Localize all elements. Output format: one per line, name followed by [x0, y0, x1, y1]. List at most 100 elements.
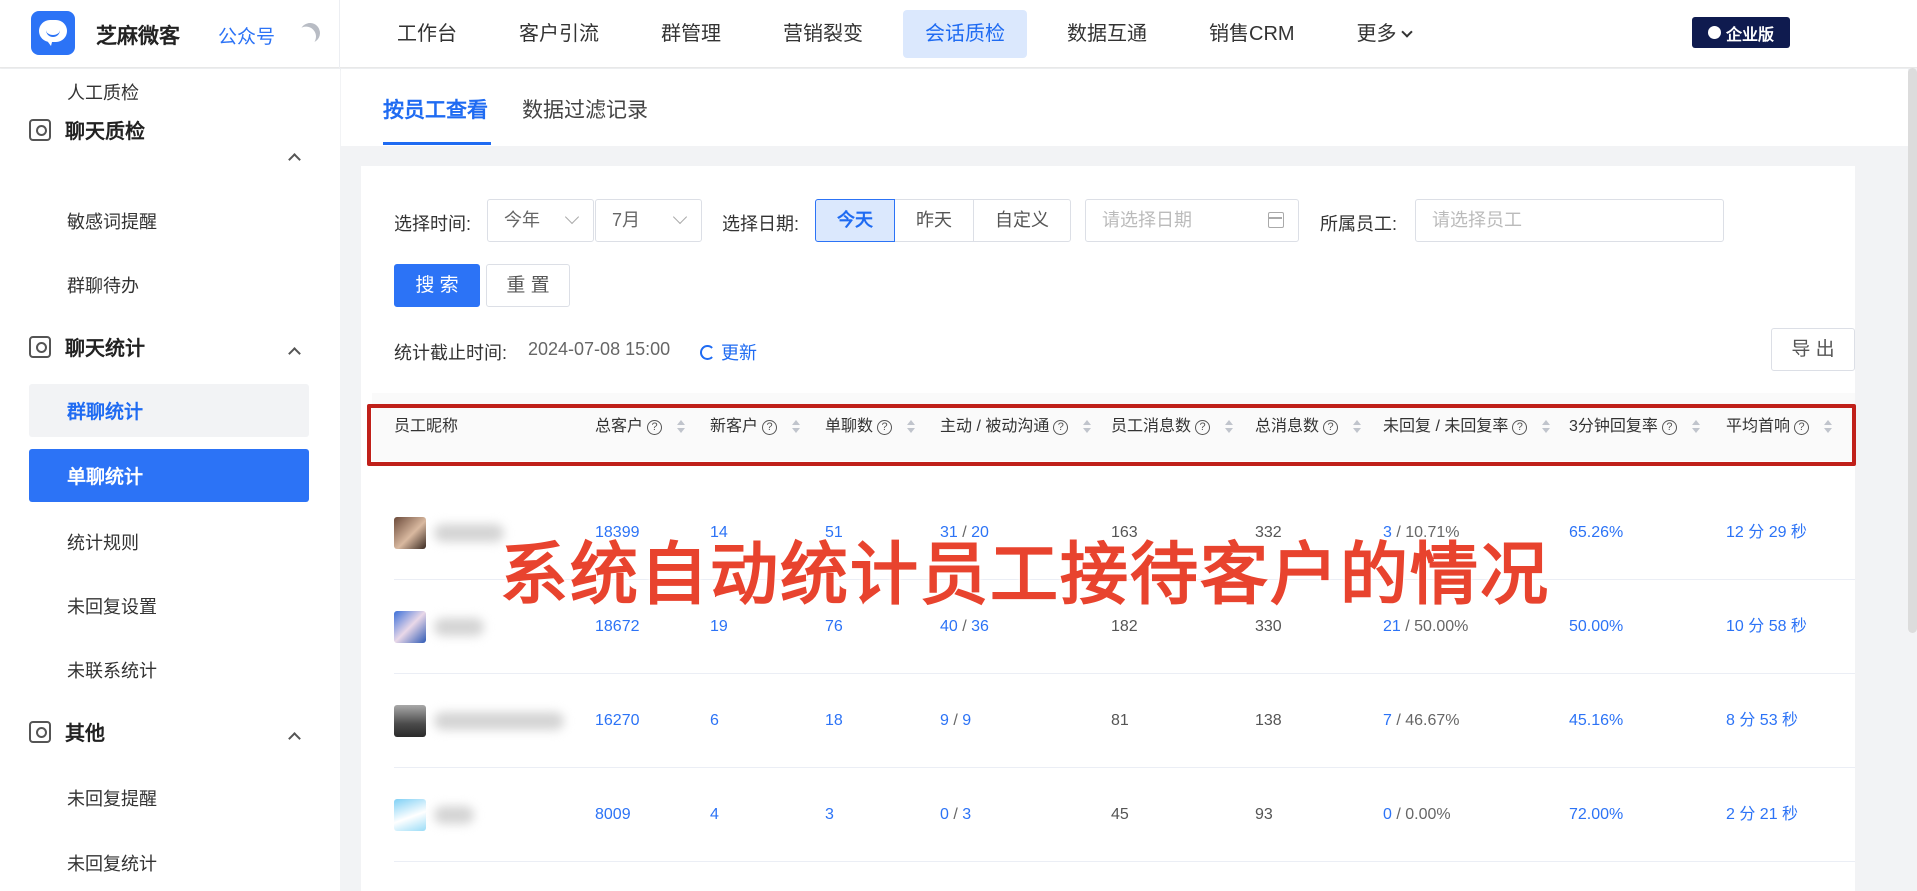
nav-item-sales-crm[interactable]: 销售CRM [1187, 10, 1317, 58]
export-button[interactable]: 导 出 [1771, 328, 1855, 371]
avatar [394, 799, 426, 831]
cell-single-chats[interactable]: 18 [825, 674, 843, 768]
nav-item-session-qc[interactable]: 会话质检 [903, 10, 1027, 58]
nav-item-customer-acquisition[interactable]: 客户引流 [497, 10, 621, 58]
cell-active-passive[interactable]: 9 / 9 [940, 674, 971, 768]
cell-3min-reply-rate[interactable]: 72.00% [1569, 768, 1623, 862]
tab-filter-records[interactable]: 数据过滤记录 [522, 94, 648, 124]
chevron-down-icon [672, 209, 688, 225]
cell-single-chats[interactable]: 3 [825, 768, 834, 862]
sidebar-item-no-reply-reminder[interactable]: 未回复提醒 [67, 785, 157, 811]
cell-total-customers[interactable]: 16270 [595, 674, 640, 768]
date-placeholder: 请选择日期 [1102, 210, 1192, 230]
date-label: 选择日期: [722, 214, 800, 234]
chevron-up-icon[interactable] [288, 347, 301, 360]
app-name: 芝麻微客 [96, 25, 180, 48]
sidebar-group-other[interactable]: 其他 [29, 717, 105, 746]
stat-cutoff-label: 统计截止时间: [394, 343, 508, 363]
sidebar-item-sensitive-words[interactable]: 敏感词提醒 [67, 208, 157, 234]
person-scan-icon [29, 118, 51, 141]
sidebar-group-chat-qc[interactable]: 聊天质检 [29, 115, 145, 144]
avatar [394, 611, 426, 643]
table-row[interactable]: 8009 4 3 0 / 3 45 93 0 / 0.00% 72.00% 2 … [394, 768, 1855, 862]
cell-no-reply-count: 21 [1383, 618, 1401, 635]
avatar [394, 705, 426, 737]
sidebar-group-label: 聊天统计 [65, 338, 145, 360]
table-row[interactable]: 16270 6 18 9 / 9 81 138 7 / 46.67% 45.16… [394, 674, 1855, 768]
nav-item-marketing[interactable]: 营销裂变 [761, 10, 885, 58]
enterprise-badge: 企业版 [1692, 17, 1790, 48]
cell-new-customers[interactable]: 6 [710, 674, 719, 768]
date-option-yesterday[interactable]: 昨天 [894, 199, 974, 242]
nav-item-workbench[interactable]: 工作台 [375, 10, 479, 58]
cell-no-reply[interactable]: 0 / 0.00% [1383, 768, 1451, 862]
year-select[interactable]: 今年 [487, 199, 594, 242]
chat-stats-icon [29, 335, 51, 358]
dark-mode-icon[interactable] [297, 20, 323, 46]
refresh-icon [700, 344, 715, 360]
account-link[interactable]: 公众号 [218, 22, 275, 49]
cell-active: 40 [940, 618, 958, 635]
month-select[interactable]: 7月 [595, 199, 702, 242]
sidebar-item-single-chat-stats[interactable]: 单聊统计 [29, 449, 309, 502]
month-value: 7月 [612, 210, 641, 230]
cell-active-passive[interactable]: 0 / 3 [940, 768, 971, 862]
cell-avg-first-response[interactable]: 12 分 29 秒 [1726, 486, 1807, 580]
search-button[interactable]: 搜 索 [394, 264, 480, 307]
cell-avg-first-response[interactable]: 8 分 53 秒 [1726, 674, 1798, 768]
sidebar-item-group-todo[interactable]: 群聊待办 [67, 272, 139, 298]
app-logo-icon[interactable] [31, 11, 75, 55]
date-option-custom[interactable]: 自定义 [973, 199, 1071, 242]
nav-item-group-management[interactable]: 群管理 [639, 10, 743, 58]
tab-by-staff[interactable]: 按员工查看 [383, 94, 488, 124]
nav-more-label: 更多 [1356, 23, 1397, 45]
sidebar-item-manual-qc[interactable]: 人工质检 [67, 79, 139, 105]
reset-button[interactable]: 重 置 [486, 264, 570, 307]
sidebar: 人工质检 聊天质检 敏感词提醒 群聊待办 聊天统计 群聊统计 单聊统计 统计规则… [0, 69, 340, 891]
sidebar-group-label: 其他 [65, 723, 105, 745]
cell-no-reply-rate: / 46.67% [1396, 712, 1460, 729]
nav-item-data-sync[interactable]: 数据互通 [1045, 10, 1169, 58]
time-label: 选择时间: [394, 214, 472, 234]
refresh-button[interactable]: 更新 [700, 339, 757, 365]
staff-placeholder: 请选择员工 [1432, 210, 1522, 230]
cell-total-customers[interactable]: 8009 [595, 768, 631, 862]
chevron-up-icon[interactable] [288, 153, 301, 166]
cell-total-messages: 93 [1255, 806, 1273, 823]
cell-3min-reply-rate[interactable]: 65.26% [1569, 486, 1623, 580]
cell-new-customers[interactable]: 4 [710, 768, 719, 862]
nav-item-more[interactable]: 更多 [1335, 10, 1433, 58]
calendar-icon [1268, 212, 1284, 228]
staff-label: 所属员工: [1320, 214, 1398, 234]
cell-active: 9 [940, 712, 949, 729]
date-option-today[interactable]: 今天 [815, 199, 895, 242]
sidebar-item-group-stats[interactable]: 群聊统计 [29, 384, 309, 437]
cell-no-reply-count: 0 [1383, 806, 1392, 823]
chevron-up-icon[interactable] [288, 732, 301, 745]
cell-no-reply-count: 7 [1383, 712, 1392, 729]
date-picker-input[interactable]: 请选择日期 [1085, 199, 1299, 242]
highlight-annotation-box [367, 404, 1856, 466]
cell-avg-first-response[interactable]: 10 分 58 秒 [1726, 580, 1807, 674]
stat-cutoff-time: 2024-07-08 15:00 [528, 339, 671, 359]
page-scrollbar[interactable] [1908, 68, 1917, 633]
sidebar-item-uncontacted-stats[interactable]: 未联系统计 [67, 657, 157, 683]
content-tabs: 按员工查看 数据过滤记录 [341, 69, 1908, 146]
main-nav: 工作台 客户引流 群管理 营销裂变 会话质检 数据互通 销售CRM 更多 [375, 0, 1451, 68]
cell-avg-first-response[interactable]: 2 分 21 秒 [1726, 768, 1798, 862]
cell-3min-reply-rate[interactable]: 50.00% [1569, 580, 1623, 674]
cell-no-reply-rate: / 50.00% [1405, 618, 1469, 635]
cell-3min-reply-rate[interactable]: 45.16% [1569, 674, 1623, 768]
brand-area: 芝麻微客 公众号 [0, 0, 340, 68]
staff-select-input[interactable]: 请选择员工 [1415, 199, 1724, 242]
sidebar-group-chat-stats[interactable]: 聊天统计 [29, 332, 145, 361]
sidebar-item-stat-rules[interactable]: 统计规则 [67, 529, 139, 555]
sidebar-item-no-reply-settings[interactable]: 未回复设置 [67, 593, 157, 619]
year-value: 今年 [504, 210, 540, 230]
chevron-down-icon [564, 209, 580, 225]
staff-name-blurred [434, 806, 474, 824]
cell-staff-messages: 45 [1111, 806, 1129, 823]
cell-no-reply[interactable]: 7 / 46.67% [1383, 674, 1460, 768]
cell-passive: 36 [971, 618, 989, 635]
sidebar-item-no-reply-stats[interactable]: 未回复统计 [67, 850, 157, 876]
